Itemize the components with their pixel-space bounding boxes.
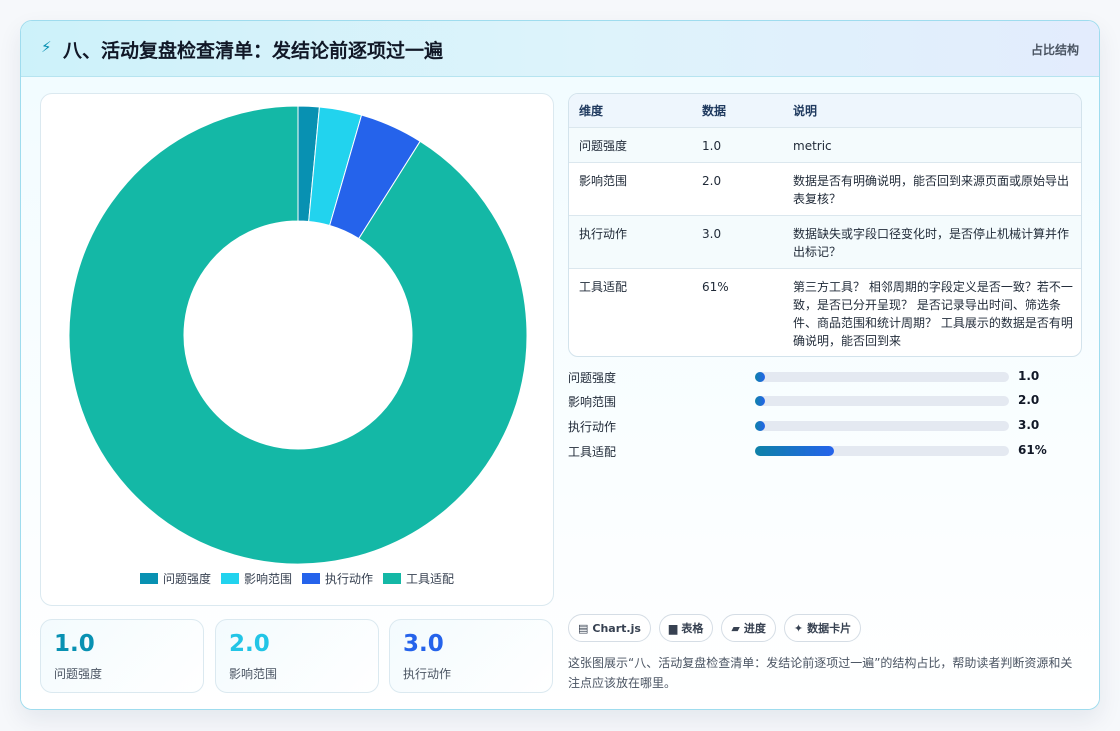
chip-progress[interactable]: ▰ 进度 [721,614,776,642]
progress-row: 执行动作 3.0 [568,416,1082,436]
table-header-row: 维度 数据 说明 [569,94,1081,127]
table-cell: 2.0 [702,174,722,188]
progress-label: 执行动作 [568,420,617,434]
legend-swatch [383,572,402,584]
progress-fill [755,446,834,456]
legend-item[interactable]: 工具适配 [383,570,454,587]
chart-legend: 问题强度 影响范围 执行动作 工具适配 [41,568,553,588]
table-row: 影响范围 2.0 数据是否有明确说明，能否回到来源页面或原始导出表复核？ [569,162,1081,215]
stat-card: 1.0 问题强度 [40,619,204,693]
chart-icon: ▤ [578,621,589,635]
progress-value: 1.0 [1018,369,1040,383]
stat-label: 执行动作 [403,667,452,681]
stat-label: 问题强度 [54,667,103,681]
chart-type-tag: 占比结构 [1030,43,1079,57]
chart-description: 这张图展示“八、活动复盘检查清单：发结论前逐项过一遍”的结构占比，帮助读者判断资… [568,656,1073,690]
table-cell: 3.0 [702,227,722,241]
table-cell: 61% [702,280,729,294]
table-cell: 问题强度 [579,139,628,153]
progress-fill [755,421,765,431]
report-card: ⚡ 八、活动复盘检查清单：发结论前逐项过一遍 占比结构 问题强度 影响范围 执行… [20,20,1100,710]
progress-value: 3.0 [1018,418,1040,432]
table-cell: 工具适配 [579,280,628,294]
progress-row: 影响范围 2.0 [568,391,1082,411]
table-icon: ▆ [668,621,678,635]
page-title: 八、活动复盘检查清单：发结论前逐项过一遍 [63,40,444,62]
stat-value: 3.0 [403,631,444,657]
bolt-icon: ⚡ [41,38,52,56]
progress-value: 61% [1018,443,1047,457]
progress-label: 影响范围 [568,395,617,409]
table-row: 问题强度 1.0 metric [569,127,1081,162]
stat-value: 1.0 [54,631,95,657]
progress-value: 2.0 [1018,393,1040,407]
chip-label: 数据卡片 [807,622,852,635]
progress-row: 工具适配 61% [568,441,1082,461]
card-header: ⚡ 八、活动复盘检查清单：发结论前逐项过一遍 占比结构 [21,21,1099,77]
legend-label: 影响范围 [243,571,292,586]
table-cell: 1.0 [702,139,722,153]
table-cell: metric [793,139,832,153]
legend-item[interactable]: 执行动作 [302,570,373,587]
progress-fill [755,396,765,406]
column-header: 数据 [702,104,727,118]
progress-track [755,396,1009,406]
progress-track [755,372,1009,382]
table-cell: 数据缺失或字段口径变化时，是否停止机械计算并作出标记？ [793,227,1070,259]
donut-chart [68,105,528,564]
table-row: 执行动作 3.0 数据缺失或字段口径变化时，是否停止机械计算并作出标记？ [569,215,1081,268]
progress-track [755,446,1009,456]
table-cell: 第三方工具？ 相邻周期的字段定义是否一致？若不一致，是否已分开呈现？ 是否记录导… [793,280,1073,348]
progress-track [755,421,1009,431]
chip-data-card[interactable]: ✦ 数据卡片 [783,614,862,642]
stat-value: 2.0 [229,631,270,657]
table-row: 工具适配 61% 第三方工具？ 相邻周期的字段定义是否一致？若不一致，是否已分开… [569,268,1081,356]
stat-cards: 1.0 问题强度 2.0 影响范围 3.0 执行动作 [40,619,554,693]
table-cell: 影响范围 [579,174,628,188]
legend-swatch [139,572,158,584]
stat-card: 2.0 影响范围 [215,619,379,693]
chip-label: 表格 [681,622,704,635]
stat-label: 影响范围 [229,667,278,681]
folder-icon: ▰ [731,621,740,635]
progress-label: 问题强度 [568,371,617,385]
chip-label: 进度 [743,622,766,635]
donut-chart-panel: 问题强度 影响范围 执行动作 工具适配 [40,93,554,606]
legend-label: 执行动作 [325,571,374,586]
legend-label: 问题强度 [162,571,211,586]
progress-label: 工具适配 [568,445,617,459]
chip-chartjs[interactable]: ▤ Chart.js [568,614,651,642]
chip-label: Chart.js [592,621,641,635]
tech-chips: ▤ Chart.js ▆ 表格 ▰ 进度 ✦ 数据卡片 [568,614,862,642]
legend-swatch [220,572,239,584]
stat-card: 3.0 执行动作 [389,619,553,693]
data-table: 维度 数据 说明 问题强度 1.0 metric 影响范围 2.0 数据是否有明… [568,93,1082,357]
progress-row: 问题强度 1.0 [568,367,1082,387]
legend-item[interactable]: 问题强度 [139,570,211,587]
legend-item[interactable]: 影响范围 [220,570,292,587]
progress-fill [755,372,765,382]
column-header: 维度 [579,104,604,118]
table-cell: 数据是否有明确说明，能否回到来源页面或原始导出表复核？ [793,174,1070,206]
legend-swatch [302,572,320,584]
legend-label: 工具适配 [406,571,455,586]
table-cell: 执行动作 [579,227,628,241]
sparkle-icon: ✦ [793,621,804,635]
column-header: 说明 [793,104,818,118]
chip-table[interactable]: ▆ 表格 [658,614,714,642]
donut-slice-4[interactable] [68,105,528,564]
